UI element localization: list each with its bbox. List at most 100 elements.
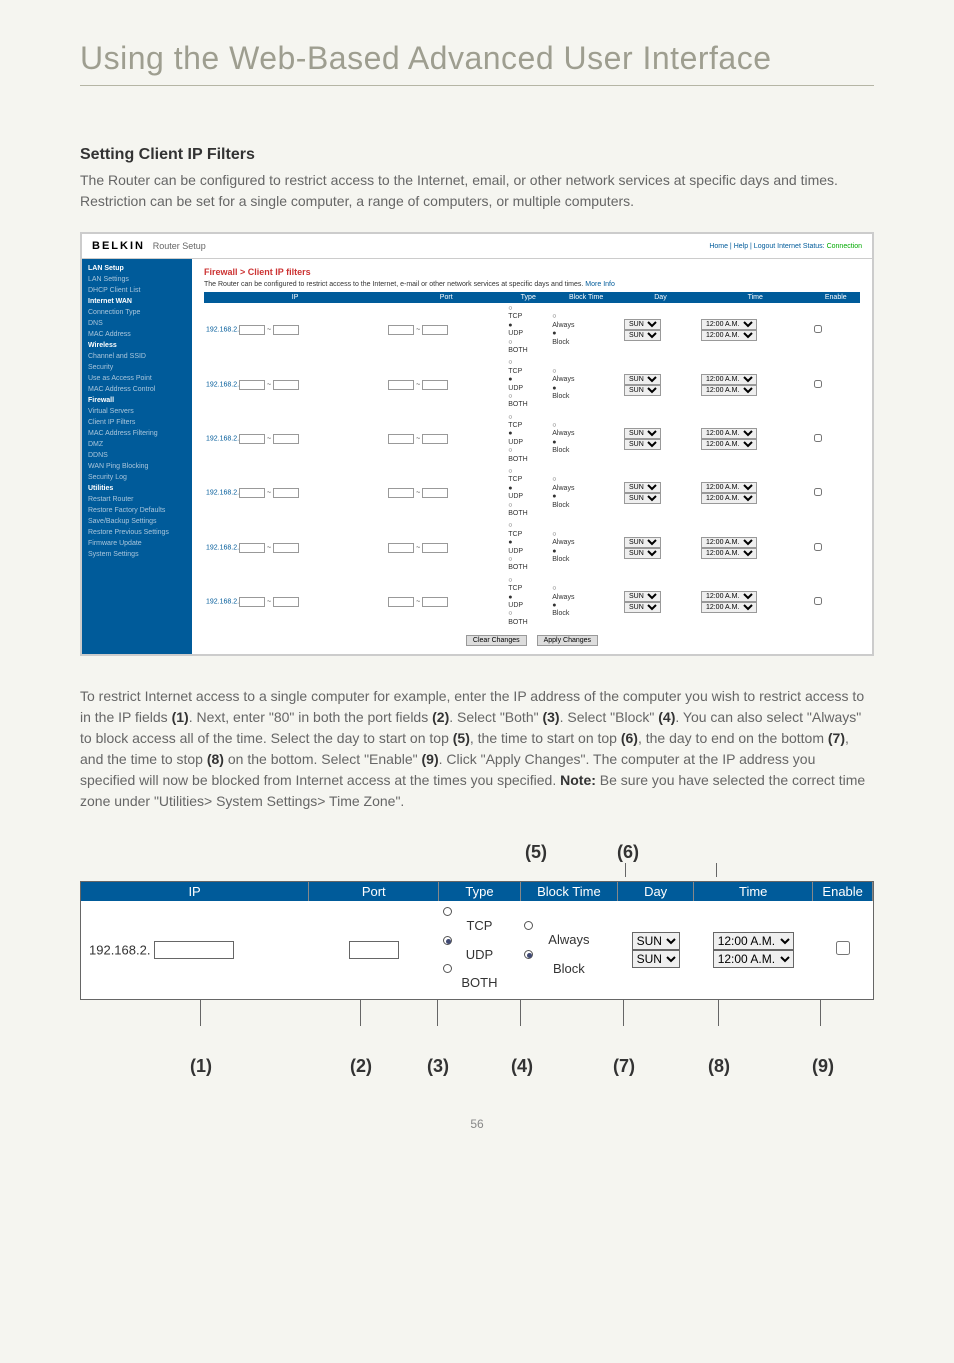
router-main-content: Firewall > Client IP filters The Router … [192, 259, 872, 654]
sidebar-security[interactable]: Security [82, 362, 192, 373]
sidebar-firewall: Firewall [82, 395, 192, 406]
detail-col-type: Type [439, 882, 520, 901]
sidebar-restore-prev[interactable]: Restore Previous Settings [82, 527, 192, 538]
callout-4: (4) [511, 1056, 533, 1077]
port-input[interactable] [388, 325, 414, 335]
title-divider [80, 85, 874, 86]
day-select-end[interactable]: SUN [624, 330, 661, 341]
detail-col-time: Time [694, 882, 813, 901]
col-enable: Enable [812, 292, 860, 303]
sidebar-channel-ssid[interactable]: Channel and SSID [82, 351, 192, 362]
sidebar-wireless: Wireless [82, 340, 192, 351]
day-select[interactable]: SUN [624, 319, 661, 330]
detail-col-ip: IP [81, 882, 309, 901]
callout-9: (9) [812, 1056, 834, 1077]
filter-table: IP Port Type Block Time Day Time Enable … [204, 292, 860, 629]
detail-col-port: Port [309, 882, 439, 901]
col-time: Time [699, 292, 812, 303]
sidebar-conn-type[interactable]: Connection Type [82, 307, 192, 318]
filter-row: 192.168.2. ~ ~ ○ TCP● UDP○ BOTH ○ Always… [204, 466, 860, 520]
type-tcp[interactable]: TCP [443, 907, 516, 936]
enable-checkbox[interactable] [814, 325, 822, 333]
sidebar-mac-filter[interactable]: MAC Address Filtering [82, 428, 192, 439]
type-both[interactable]: BOTH [443, 964, 516, 993]
sidebar-mac-addr[interactable]: MAC Address [82, 329, 192, 340]
router-sidebar: LAN Setup LAN Settings DHCP Client List … [82, 259, 192, 654]
callout-8: (8) [708, 1056, 730, 1077]
detail-row: 192.168.2. TCP UDP BOTH Always Block SUN [81, 901, 873, 999]
router-setup-label: Router Setup [153, 241, 206, 251]
detail-time-start[interactable]: 12:00 A.M. [713, 932, 794, 950]
sidebar-fw-update[interactable]: Firmware Update [82, 538, 192, 549]
detail-day-end[interactable]: SUN [632, 950, 680, 968]
detail-screenshot: IP Port Type Block Time Day Time Enable … [80, 881, 874, 1000]
detail-ip-input[interactable] [154, 941, 234, 959]
callout-6: (6) [617, 842, 639, 863]
detail-col-enable: Enable [813, 882, 873, 901]
filter-row: 192.168.2. ~ ~ ○ TCP● UDP○ BOTH ○ Always… [204, 412, 860, 466]
sidebar-dns[interactable]: DNS [82, 318, 192, 329]
filter-row: 192.168.2. ~ ~ ○ TCP● UDP○ BOTH ○ Always… [204, 575, 860, 629]
callout-3: (3) [427, 1056, 449, 1077]
filter-row: 192.168.2. ~ ~ ○ TCP● UDP○ BOTH ○ Always… [204, 520, 860, 574]
page-title: Using the Web-Based Advanced User Interf… [80, 40, 874, 77]
sidebar-mac-ctrl[interactable]: MAC Address Control [82, 384, 192, 395]
apply-changes-button[interactable]: Apply Changes [537, 635, 598, 646]
time-select-end[interactable]: 12:00 A.M. [701, 330, 757, 341]
sidebar-sys-settings[interactable]: System Settings [82, 549, 192, 560]
callout-7: (7) [613, 1056, 635, 1077]
detail-enable-checkbox[interactable] [836, 941, 850, 955]
sidebar-restart[interactable]: Restart Router [82, 494, 192, 505]
block-always[interactable]: Always [524, 921, 614, 950]
sidebar-internet-wan: Internet WAN [82, 296, 192, 307]
sidebar-save-backup[interactable]: Save/Backup Settings [82, 516, 192, 527]
block-block[interactable]: Block [524, 950, 614, 979]
more-info-link[interactable]: More Info [585, 281, 615, 288]
router-header: BELKIN Router Setup Home | Help | Logout… [82, 234, 872, 259]
sidebar-lan-setup: LAN Setup [82, 263, 192, 274]
ip-input[interactable] [239, 325, 265, 335]
sidebar-sec-log[interactable]: Security Log [82, 472, 192, 483]
sidebar-wan-ping[interactable]: WAN Ping Blocking [82, 461, 192, 472]
sidebar-virtual-srv[interactable]: Virtual Servers [82, 406, 192, 417]
sidebar-lan-settings[interactable]: LAN Settings [82, 274, 192, 285]
col-port: Port [386, 292, 506, 303]
intro-paragraph: The Router can be configured to restrict… [80, 170, 874, 212]
clear-changes-button[interactable]: Clear Changes [466, 635, 527, 646]
callout-5: (5) [525, 842, 547, 863]
port-input-end[interactable] [422, 325, 448, 335]
detail-day-start[interactable]: SUN [632, 932, 680, 950]
page-number: 56 [80, 1117, 874, 1131]
detail-table: IP Port Type Block Time Day Time Enable … [81, 882, 873, 999]
sidebar-client-ip[interactable]: Client IP Filters [82, 417, 192, 428]
sidebar-factory[interactable]: Restore Factory Defaults [82, 505, 192, 516]
type-udp[interactable]: UDP [443, 936, 516, 965]
top-callouts: (5) (6) [80, 842, 874, 863]
callout-1: (1) [190, 1056, 212, 1077]
detail-port-input[interactable] [349, 941, 399, 959]
time-select[interactable]: 12:00 A.M. [701, 319, 757, 330]
section-heading: Setting Client IP Filters [80, 146, 874, 164]
filter-row: 192.168.2. ~ ~ ○ TCP● UDP○ BOTH ○ Always… [204, 303, 860, 357]
sidebar-utilities: Utilities [82, 483, 192, 494]
detail-col-block-time: Block Time [520, 882, 618, 901]
callout-2: (2) [350, 1056, 372, 1077]
router-screenshot: BELKIN Router Setup Home | Help | Logout… [80, 232, 874, 656]
col-ip: IP [204, 292, 386, 303]
filter-row: 192.168.2. ~ ~ ○ TCP● UDP○ BOTH ○ Always… [204, 357, 860, 411]
router-body: LAN Setup LAN Settings DHCP Client List … [82, 259, 872, 654]
instructions-paragraph: To restrict Internet access to a single … [80, 686, 874, 812]
col-type: Type [506, 292, 550, 303]
router-top-links: Home | Help | Logout Internet Status: Co… [709, 243, 862, 250]
sidebar-ddns[interactable]: DDNS [82, 450, 192, 461]
ip-input-end[interactable] [273, 325, 299, 335]
detail-time-end[interactable]: 12:00 A.M. [713, 950, 794, 968]
detail-col-day: Day [618, 882, 694, 901]
sidebar-use-ap[interactable]: Use as Access Point [82, 373, 192, 384]
filter-title: Firewall > Client IP filters [204, 267, 860, 277]
router-brand: BELKIN [92, 240, 145, 252]
bottom-callouts: (1) (2) (3) (4) (7) (8) (9) [80, 1056, 874, 1077]
sidebar-dhcp-client[interactable]: DHCP Client List [82, 285, 192, 296]
detail-ip-prefix: 192.168.2. [89, 942, 150, 957]
sidebar-dmz[interactable]: DMZ [82, 439, 192, 450]
